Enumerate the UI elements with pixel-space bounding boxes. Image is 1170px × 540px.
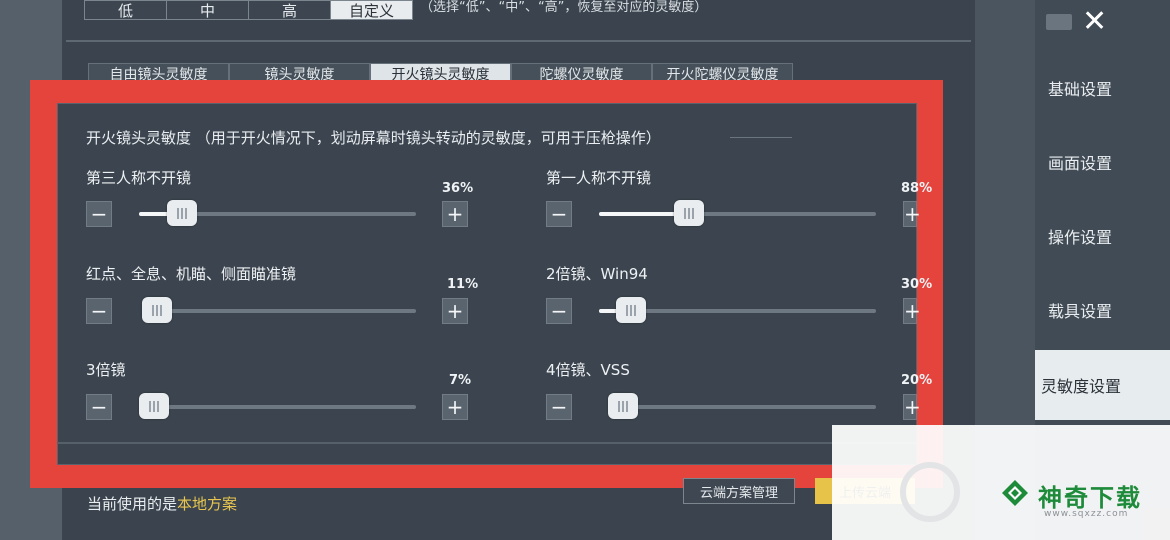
sidebar-item-controls[interactable]: 操作设置 bbox=[1035, 201, 1170, 271]
slider-value: 88% bbox=[901, 181, 933, 196]
slider-fill bbox=[599, 212, 680, 216]
slider-track[interactable] bbox=[142, 297, 416, 323]
title-line bbox=[730, 137, 792, 138]
section-title: 开火镜头灵敏度 （用于开火情况下，划动屏幕时镜头转动的灵敏度，可用于压枪操作） bbox=[86, 129, 661, 147]
slider-thumb[interactable] bbox=[139, 393, 169, 419]
current-scheme-prefix: 当前使用的是 bbox=[87, 495, 178, 513]
increase-button[interactable]: + bbox=[903, 298, 921, 324]
preset-mid-button[interactable]: 中 bbox=[166, 0, 249, 20]
sidebar-item-sensitivity[interactable]: 灵敏度设置 bbox=[1035, 350, 1170, 420]
preset-hint: （选择“低”、“中”、“高”，恢复至对应的灵敏度） bbox=[420, 0, 708, 15]
slider-track[interactable] bbox=[139, 200, 416, 226]
decrease-button[interactable]: − bbox=[546, 394, 572, 420]
preset-low-button[interactable]: 低 bbox=[84, 0, 167, 20]
divider bbox=[66, 40, 971, 42]
slider-label: 3倍镜 bbox=[86, 361, 126, 379]
slider-value: 20% bbox=[901, 373, 933, 388]
current-scheme-text: 当前使用的是本地方案 bbox=[87, 493, 237, 514]
slider-label: 2倍镜、Win94 bbox=[546, 265, 648, 283]
preset-custom-button[interactable]: 自定义 bbox=[330, 0, 413, 20]
decrease-button[interactable]: − bbox=[86, 201, 112, 227]
increase-button[interactable]: + bbox=[442, 201, 468, 227]
preset-row: 低 中 高 自定义 （选择“低”、“中”、“高”，恢复至对应的灵敏度） bbox=[84, 0, 707, 20]
sidebar-item-basic[interactable]: 基础设置 bbox=[1035, 53, 1170, 123]
increase-button[interactable]: + bbox=[903, 201, 921, 227]
decrease-button[interactable]: − bbox=[546, 298, 572, 324]
increase-button[interactable]: + bbox=[442, 394, 468, 420]
preset-high-button[interactable]: 高 bbox=[248, 0, 331, 20]
decrease-button[interactable]: − bbox=[546, 201, 572, 227]
sidebar-item-vehicle[interactable]: 载具设置 bbox=[1035, 275, 1170, 345]
increase-button[interactable]: + bbox=[442, 298, 468, 324]
decrease-button[interactable]: − bbox=[86, 298, 112, 324]
current-scheme-link[interactable]: 本地方案 bbox=[177, 495, 237, 513]
slider-thumb[interactable] bbox=[142, 297, 172, 323]
watermark-url: www.sqxzz.com bbox=[1044, 509, 1129, 519]
slider-track[interactable] bbox=[139, 393, 416, 419]
cloud-scheme-button[interactable]: 云端方案管理 bbox=[683, 478, 795, 504]
slider-value: 30% bbox=[901, 277, 933, 292]
close-area: ✕ bbox=[1046, 7, 1107, 37]
panel-divider bbox=[57, 442, 917, 444]
slider-track[interactable] bbox=[608, 393, 876, 419]
slider-label: 第一人称不开镜 bbox=[546, 169, 652, 187]
slider-value: 11% bbox=[447, 277, 479, 292]
watermark-logo-icon bbox=[1002, 480, 1028, 506]
slider-track[interactable] bbox=[599, 297, 876, 323]
slider-thumb[interactable] bbox=[608, 393, 638, 419]
watermark-circle bbox=[900, 462, 960, 522]
decrease-button[interactable]: − bbox=[86, 394, 112, 420]
slider-thumb[interactable] bbox=[616, 297, 647, 323]
fire-sensitivity-panel bbox=[57, 103, 917, 465]
increase-button[interactable]: + bbox=[903, 394, 921, 420]
slider-thumb[interactable] bbox=[674, 200, 705, 226]
slider-track[interactable] bbox=[599, 200, 876, 226]
slider-label: 红点、全息、机瞄、侧面瞄准镜 bbox=[86, 265, 297, 283]
slider-value: 7% bbox=[449, 373, 472, 388]
slider-label: 第三人称不开镜 bbox=[86, 169, 192, 187]
sidebar-item-graphics[interactable]: 画面设置 bbox=[1035, 127, 1170, 197]
slider-value: 36% bbox=[442, 181, 474, 196]
slider-label: 4倍镜、VSS bbox=[546, 361, 630, 379]
slider-thumb[interactable] bbox=[167, 200, 198, 226]
screen-icon[interactable] bbox=[1046, 14, 1072, 30]
close-icon[interactable]: ✕ bbox=[1082, 7, 1107, 37]
watermark-brand: 神奇下载 bbox=[1038, 484, 1142, 512]
